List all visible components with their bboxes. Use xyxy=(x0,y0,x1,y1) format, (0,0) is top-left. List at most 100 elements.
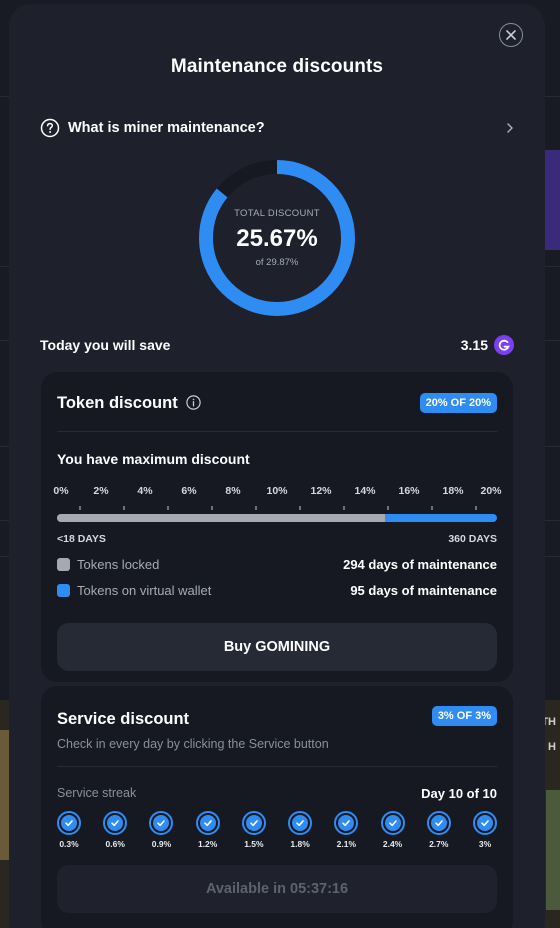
background-image-edge xyxy=(546,790,560,910)
tick-mark xyxy=(343,506,345,510)
legend-tokens-wallet: Tokens on virtual wallet 95 days of main… xyxy=(57,581,497,599)
today-save-amount: 3.15 xyxy=(461,335,514,355)
token-discount-card: Token discount 20% OF 20% You have maxim… xyxy=(41,372,513,682)
streak-day: 1.5% xyxy=(239,811,269,849)
streak-day: 1.2% xyxy=(193,811,223,849)
today-save-row: Today you will save 3.15 xyxy=(40,335,514,355)
streak-day: 0.9% xyxy=(146,811,176,849)
bar-range-labels: <18 DAYS 360 DAYS xyxy=(57,533,497,545)
info-link-label: What is miner maintenance? xyxy=(68,120,265,136)
legend-value: 294 days of maintenance xyxy=(343,556,497,572)
token-discount-scale: 0% 2% 4% 6% 8% 10% 12% 14% 16% 18% 20% xyxy=(53,485,502,515)
total-discount-max: of 29.87% xyxy=(255,257,299,268)
tick-label: 16% xyxy=(398,485,420,497)
token-discount-bar xyxy=(57,514,497,522)
legend-label: Tokens locked xyxy=(77,556,160,572)
check-circle-icon xyxy=(241,811,266,835)
check-circle-icon xyxy=(195,811,220,835)
chevron-right-icon xyxy=(507,123,513,133)
modal-title: Maintenance discounts xyxy=(170,56,384,77)
streak-day: 0.3% xyxy=(54,811,84,849)
service-streak-label: Service streak xyxy=(57,786,137,800)
streak-day-percent: 3% xyxy=(478,839,492,849)
tick-mark xyxy=(79,506,81,510)
token-discount-heading: Token discount xyxy=(57,394,201,413)
legend-value: 95 days of maintenance xyxy=(350,582,497,598)
token-discount-title: Token discount xyxy=(57,394,178,412)
streak-day-percent: 1.8% xyxy=(290,839,310,849)
background-tag: H xyxy=(548,741,556,753)
service-streak-value: Day 10 of 10 xyxy=(421,786,497,801)
tick-label: 4% xyxy=(137,485,153,497)
service-discount-badge: 3% OF 3% xyxy=(431,706,497,726)
total-discount-caption: TOTAL DISCOUNT xyxy=(234,208,320,219)
maintenance-discounts-modal: Maintenance discounts What is miner main… xyxy=(9,4,545,928)
total-discount-value: 25.67% xyxy=(236,225,318,252)
check-circle-icon xyxy=(334,811,359,835)
question-icon xyxy=(40,118,60,138)
streak-day-percent: 2.7% xyxy=(429,839,449,849)
tick-mark xyxy=(431,506,433,510)
tick-label: 18% xyxy=(442,485,464,497)
streak-day-percent: 0.6% xyxy=(105,839,125,849)
tick-mark xyxy=(211,506,213,510)
tick-mark xyxy=(167,506,169,510)
streak-day: 3% xyxy=(470,811,500,849)
streak-day: 2.7% xyxy=(424,811,454,849)
tick-mark xyxy=(299,506,301,510)
today-save-label: Today you will save xyxy=(40,337,171,353)
tick-label: 14% xyxy=(354,485,376,497)
service-available-button: Available in 05:37:16 xyxy=(57,865,497,913)
check-circle-icon xyxy=(473,811,497,835)
check-circle-icon xyxy=(380,811,405,835)
streak-day-percent: 0.9% xyxy=(151,839,172,849)
streak-day: 2.1% xyxy=(331,811,361,849)
streak-day-percent: 1.2% xyxy=(197,839,218,849)
check-circle-icon xyxy=(426,811,451,835)
token-discount-badge: 20% OF 20% xyxy=(419,393,497,413)
tick-label: 12% xyxy=(310,485,332,497)
tick-label: 0% xyxy=(53,485,69,497)
streak-day: 0.6% xyxy=(100,811,130,849)
tokens-locked-fill xyxy=(57,514,385,522)
streak-day-percent: 2.1% xyxy=(336,839,357,849)
streak-day: 2.4% xyxy=(378,811,408,849)
divider xyxy=(57,766,497,767)
service-discount-subtitle: Check in every day by clicking the Servi… xyxy=(57,737,329,751)
close-icon xyxy=(506,30,516,40)
check-circle-icon xyxy=(103,811,128,835)
bar-min-label: <18 DAYS xyxy=(57,533,106,545)
check-circle-icon xyxy=(149,811,174,835)
divider xyxy=(57,431,497,432)
streak-day-percent: 1.5% xyxy=(244,839,264,849)
today-save-value: 3.15 xyxy=(460,337,488,353)
tick-label: 8% xyxy=(225,485,241,497)
legend-swatch xyxy=(57,583,70,597)
streak-day-percent: 2.4% xyxy=(382,839,403,849)
what-is-maintenance-link[interactable]: What is miner maintenance? xyxy=(40,113,516,143)
service-discount-card: Service discount 3% OF 3% Check in every… xyxy=(41,686,513,928)
service-streak-row: Service streak Day 10 of 10 xyxy=(57,786,497,801)
streak-day-percent: 0.3% xyxy=(59,839,79,849)
token-discount-status: You have maximum discount xyxy=(57,451,250,467)
buy-gomining-button[interactable]: Buy GOMINING xyxy=(57,623,497,671)
tick-mark xyxy=(255,506,257,510)
tick-label: 2% xyxy=(93,485,109,497)
gomining-coin-icon xyxy=(494,335,514,355)
legend-tokens-locked: Tokens locked 294 days of maintenance xyxy=(57,555,497,573)
service-streak-days: 0.3% 0.6% 0.9% 1.2% 1.5% 1.8% 2.1% 2.4% 2.7% 3% xyxy=(57,811,497,851)
tick-label: 10% xyxy=(266,485,288,497)
donut-label: TOTAL DISCOUNT 25.67% of 29.87% xyxy=(196,157,358,319)
streak-day: 1.8% xyxy=(285,811,315,849)
tick-mark xyxy=(387,506,389,510)
tick-label: 20% xyxy=(480,485,502,497)
tick-mark xyxy=(123,506,125,510)
bar-max-label: 360 DAYS xyxy=(448,533,497,545)
legend-label: Tokens on virtual wallet xyxy=(77,582,212,598)
tick-mark xyxy=(475,506,477,510)
close-button[interactable] xyxy=(499,23,523,47)
info-icon[interactable] xyxy=(186,395,201,410)
tick-label: 6% xyxy=(181,485,197,497)
legend-swatch xyxy=(57,557,70,571)
check-circle-icon xyxy=(288,811,313,835)
